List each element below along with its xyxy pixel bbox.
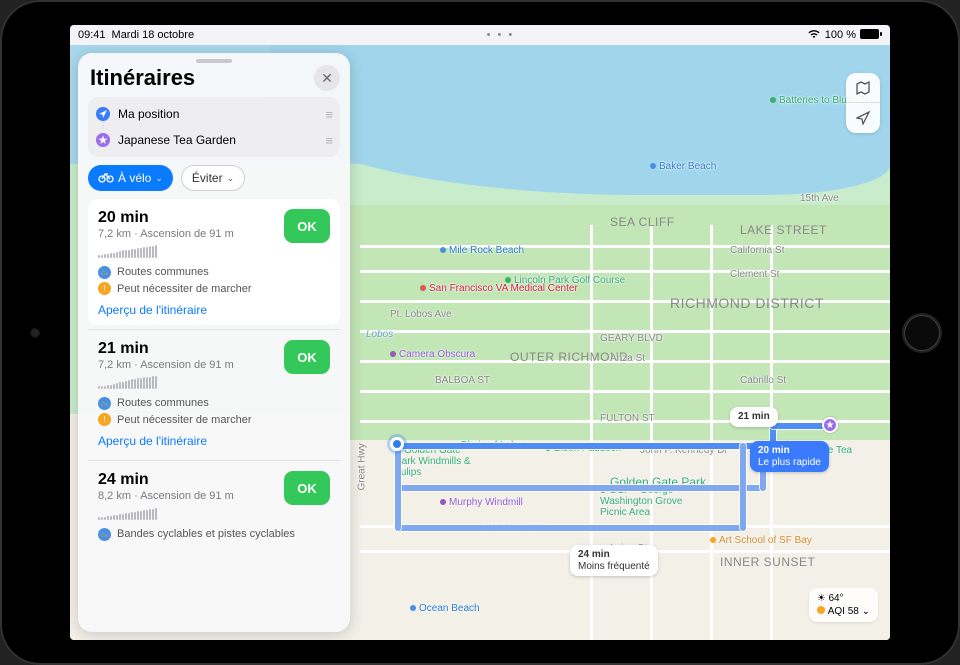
mode-label: À vélo	[118, 171, 151, 185]
street-label: Great Hwy	[357, 443, 368, 490]
street-label: California St	[730, 245, 784, 256]
origin-marker[interactable]	[390, 437, 404, 451]
wifi-icon	[807, 29, 821, 42]
route-card[interactable]: 20 min 7,2 km · Ascension de 91 m OK 🚲 Ro…	[88, 199, 340, 325]
poi-artschool[interactable]: Art School of SF Bay	[710, 535, 812, 546]
street-label: Cabrillo St	[740, 375, 786, 386]
route-time: 20 min	[98, 209, 234, 227]
street-label: 15th Ave	[800, 193, 839, 204]
route-card[interactable]: 24 min 8,2 km · Ascension de 91 m OK 🚲 Ba…	[88, 460, 340, 551]
screen: 09:41 Mardi 18 octobre • • • 100 %	[70, 25, 890, 640]
status-date: Mardi 18 octobre	[112, 29, 195, 41]
district-inner-sunset: INNER SUNSET	[720, 555, 815, 569]
route-tag: Peut nécessiter de marcher	[117, 281, 252, 298]
warning-icon: !	[98, 413, 111, 426]
reorder-handle-icon[interactable]: ≡	[325, 133, 334, 148]
route-callout-24[interactable]: 24 min Moins fréquenté	[570, 545, 658, 576]
street-label: Anza St	[610, 353, 645, 364]
panel-grabber[interactable]	[196, 59, 232, 63]
route-preview-link[interactable]: Aperçu de l'itinéraire	[98, 303, 330, 317]
route-sub: 7,2 km · Ascension de 91 m	[98, 359, 234, 371]
route-callout-20[interactable]: 20 min Le plus rapide	[750, 441, 829, 472]
panel-title: Itinéraires	[90, 65, 195, 91]
avoid-label: Éviter	[192, 171, 223, 185]
route-segment[interactable]	[395, 443, 775, 449]
directions-panel: Itinéraires ✕ Ma position ≡ ⋮ ★ Japanese…	[78, 53, 350, 632]
go-button[interactable]: OK	[284, 209, 330, 243]
bike-icon: 🚲	[98, 266, 111, 279]
route-tag: Bandes cyclables et pistes cyclables	[117, 526, 295, 543]
waypoint-to[interactable]: ★ Japanese Tea Garden ≡	[96, 127, 334, 153]
street-label: BALBOA ST	[435, 375, 490, 386]
street-label: Pt. Lobos Ave	[390, 309, 452, 320]
route-preview-link[interactable]: Aperçu de l'itinéraire	[98, 434, 330, 448]
street-label: Clement St	[730, 269, 779, 280]
bike-icon: 🚲	[98, 528, 111, 541]
route-time: 24 min	[98, 471, 234, 489]
district-lake: LAKE STREET	[740, 223, 827, 237]
route-tag: Routes communes	[117, 395, 209, 412]
go-button[interactable]: OK	[284, 471, 330, 505]
waypoint-from[interactable]: Ma position ≡	[96, 101, 334, 127]
status-time: 09:41	[78, 29, 106, 41]
waypoints-card: Ma position ≡ ⋮ ★ Japanese Tea Garden ≡	[88, 97, 340, 157]
battery-percent: 100 %	[825, 29, 856, 41]
warning-icon: !	[98, 282, 111, 295]
poi-baker[interactable]: Baker Beach	[650, 161, 716, 172]
elevation-chart	[98, 375, 234, 389]
poi-lobos: Lobos	[366, 329, 393, 340]
poi-vamc[interactable]: San Francisco VA Medical Center	[420, 283, 578, 294]
bicycle-icon	[98, 171, 114, 186]
status-bar: 09:41 Mardi 18 octobre • • • 100 %	[70, 25, 890, 45]
avoid-button[interactable]: Éviter ⌄	[181, 165, 245, 191]
waypoint-to-label: Japanese Tea Garden	[118, 133, 325, 147]
chevron-down-icon: ⌄	[155, 173, 163, 184]
route-time: 21 min	[98, 340, 234, 358]
route-segment[interactable]	[770, 423, 830, 429]
poi-camera[interactable]: Camera Obscura	[390, 349, 475, 360]
street-label: FULTON ST	[600, 413, 655, 424]
transport-mode-button[interactable]: À vélo ⌄	[88, 165, 173, 191]
bike-icon: 🚲	[98, 397, 111, 410]
route-card[interactable]: 21 min 7,2 km · Ascension de 91 m OK 🚲 Ro…	[88, 329, 340, 456]
elevation-chart	[98, 244, 234, 258]
destination-marker[interactable]: ★	[822, 417, 838, 433]
routes-list: 20 min 7,2 km · Ascension de 91 m OK 🚲 Ro…	[78, 199, 350, 632]
route-segment-alt[interactable]	[395, 485, 765, 491]
close-icon: ✕	[321, 70, 333, 87]
go-button[interactable]: OK	[284, 340, 330, 374]
route-segment-alt[interactable]	[740, 443, 746, 531]
route-tag: Routes communes	[117, 264, 209, 281]
map-controls	[846, 73, 880, 133]
route-segment-alt[interactable]	[395, 525, 745, 531]
poi-ocean[interactable]: Ocean Beach	[410, 603, 480, 614]
elevation-chart	[98, 506, 234, 520]
route-segment-alt[interactable]	[395, 443, 401, 531]
home-button[interactable]	[902, 313, 942, 353]
battery-icon	[860, 29, 882, 42]
district-seacliff: SEA CLIFF	[610, 215, 675, 229]
multitask-indicator[interactable]: • • •	[487, 29, 515, 41]
star-icon: ★	[96, 133, 110, 147]
route-tag: Peut nécessiter de marcher	[117, 412, 252, 429]
camera	[30, 328, 40, 338]
street-label: GEARY BLVD	[600, 333, 663, 344]
district-richmond: RICHMOND DISTRICT	[670, 295, 824, 311]
location-icon	[96, 107, 110, 121]
route-sub: 7,2 km · Ascension de 91 m	[98, 228, 234, 240]
waypoint-from-label: Ma position	[118, 107, 325, 121]
route-sub: 8,2 km · Ascension de 91 m	[98, 490, 234, 502]
weather-pill[interactable]: ☀ 64° AQI 58 ⌄	[809, 588, 878, 622]
route-callout-21[interactable]: 21 min	[730, 407, 778, 427]
close-button[interactable]: ✕	[314, 65, 340, 91]
poi-milerock[interactable]: Mile Rock Beach	[440, 245, 524, 256]
reorder-handle-icon[interactable]: ≡	[325, 107, 334, 122]
chevron-down-icon: ⌄	[227, 173, 235, 184]
poi-murphy[interactable]: Murphy Windmill	[440, 497, 523, 508]
map-mode-button[interactable]	[846, 73, 880, 103]
locate-button[interactable]	[846, 103, 880, 133]
ipad-frame: 09:41 Mardi 18 octobre • • • 100 %	[0, 0, 960, 665]
